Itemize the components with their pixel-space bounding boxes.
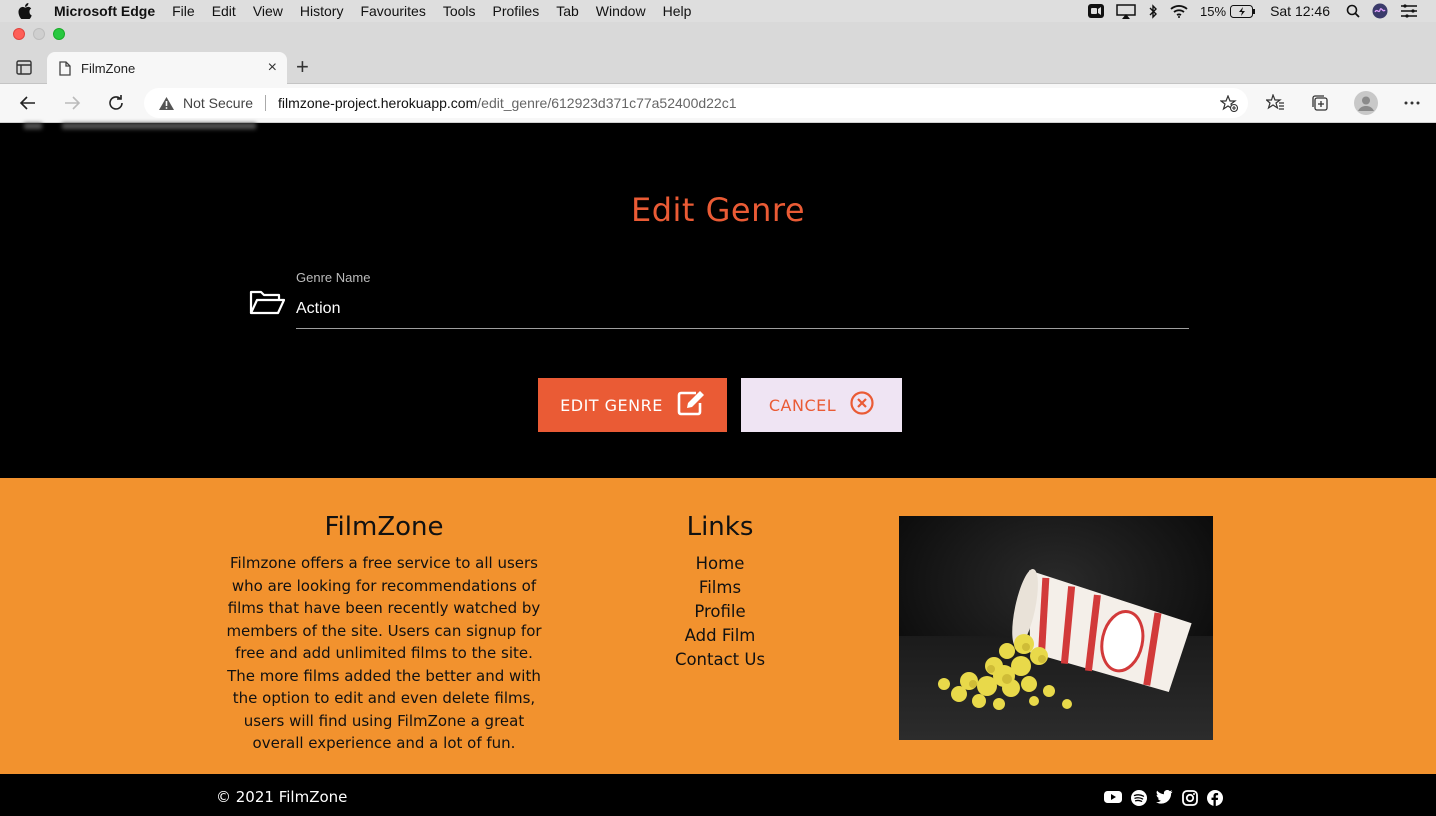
menubar-clock[interactable]: Sat 12:46 xyxy=(1270,3,1330,19)
menu-profiles[interactable]: Profiles xyxy=(493,3,540,19)
tab-strip: FilmZone × + xyxy=(0,44,1436,84)
tab-actions-icon[interactable] xyxy=(16,60,32,80)
edit-pencil-icon xyxy=(677,390,705,420)
twitter-icon[interactable] xyxy=(1156,790,1173,806)
footer-link-films[interactable]: Films xyxy=(620,576,820,600)
menu-favourites[interactable]: Favourites xyxy=(360,3,425,19)
footer-link-add-film[interactable]: Add Film xyxy=(620,624,820,648)
spotlight-icon[interactable] xyxy=(1346,4,1360,18)
battery-icon[interactable] xyxy=(1230,4,1256,18)
footer-link-home[interactable]: Home xyxy=(620,552,820,576)
spotify-icon[interactable] xyxy=(1131,790,1147,806)
airplay-icon[interactable] xyxy=(1116,3,1136,19)
footer-links-title: Links xyxy=(686,512,754,542)
bluetooth-icon[interactable] xyxy=(1148,3,1158,19)
cancel-button[interactable]: CANCEL xyxy=(741,378,902,432)
folder-open-icon xyxy=(249,289,286,320)
menu-edit[interactable]: Edit xyxy=(212,3,236,19)
window-minimize-button[interactable] xyxy=(33,28,45,40)
refresh-icon[interactable] xyxy=(107,94,125,112)
social-links xyxy=(1104,790,1232,806)
menu-view[interactable]: View xyxy=(253,3,283,19)
address-bar[interactable]: Not Secure filmzone-project.herokuapp.co… xyxy=(144,88,1248,118)
popcorn-image xyxy=(899,516,1213,740)
page-title: Edit Genre xyxy=(630,191,806,229)
control-center-icon[interactable] xyxy=(1400,4,1418,18)
edit-genre-button[interactable]: EDIT GENRE xyxy=(538,378,727,432)
new-tab-button[interactable]: + xyxy=(296,56,309,78)
instagram-icon[interactable] xyxy=(1182,790,1198,806)
site-logo-scrolled xyxy=(24,117,256,129)
menu-tab[interactable]: Tab xyxy=(556,3,579,19)
url-host: filmzone-project.herokuapp.com xyxy=(278,95,478,111)
page-content: Edit Genre Genre Name EDIT GENRE CANCEL … xyxy=(0,123,1436,816)
menu-help[interactable]: Help xyxy=(663,3,692,19)
more-options-icon[interactable] xyxy=(1404,101,1420,105)
cancel-circle-x-icon xyxy=(850,391,874,419)
facebook-icon[interactable] xyxy=(1207,790,1223,806)
menu-tools[interactable]: Tools xyxy=(443,3,476,19)
genre-name-label: Genre Name xyxy=(296,270,371,285)
security-status[interactable]: Not Secure xyxy=(183,95,253,111)
site-footer: FilmZone Filmzone offers a free service … xyxy=(0,478,1436,774)
tab-title: FilmZone xyxy=(81,60,136,76)
url-path: /edit_genre/612923d371c77a52400d22c1 xyxy=(477,95,737,111)
page-icon xyxy=(59,60,71,76)
edit-genre-label: EDIT GENRE xyxy=(560,395,663,415)
youtube-icon[interactable] xyxy=(1104,790,1122,806)
mac-menubar: Microsoft Edge File Edit View History Fa… xyxy=(0,0,1436,22)
wifi-icon[interactable] xyxy=(1170,4,1188,18)
menu-file[interactable]: File xyxy=(172,3,195,19)
menu-history[interactable]: History xyxy=(300,3,344,19)
copyright-text: © 2021 FilmZone xyxy=(216,788,348,806)
forward-arrow-icon[interactable] xyxy=(63,94,81,112)
window-zoom-button[interactable] xyxy=(53,28,65,40)
favourites-icon[interactable] xyxy=(1266,94,1285,112)
warning-icon[interactable] xyxy=(158,96,175,111)
facetime-icon[interactable] xyxy=(1088,4,1105,18)
siri-icon[interactable] xyxy=(1372,3,1388,19)
footer-about-text: Filmzone offers a free service to all us… xyxy=(226,554,542,752)
footer-link-profile[interactable]: Profile xyxy=(620,600,820,624)
tab-close-icon[interactable]: × xyxy=(268,60,277,76)
menu-window[interactable]: Window xyxy=(596,3,646,19)
profile-avatar-icon[interactable] xyxy=(1354,91,1378,115)
tab-filmzone[interactable]: FilmZone × xyxy=(47,52,287,84)
battery-percent: 15% xyxy=(1200,3,1227,19)
add-favourite-icon[interactable] xyxy=(1220,95,1238,112)
cancel-label: CANCEL xyxy=(768,395,837,415)
back-arrow-icon[interactable] xyxy=(19,94,37,112)
address-separator xyxy=(265,95,267,111)
collections-icon[interactable] xyxy=(1311,94,1329,112)
footer-link-contact-us[interactable]: Contact Us xyxy=(620,648,820,672)
copyright-bar: © 2021 FilmZone xyxy=(0,774,1436,816)
window-titlebar xyxy=(0,22,1436,44)
window-close-button[interactable] xyxy=(13,28,25,40)
footer-about-title: FilmZone xyxy=(324,512,444,542)
apple-icon[interactable] xyxy=(18,3,38,19)
genre-name-input[interactable] xyxy=(296,289,1189,329)
menu-app-name[interactable]: Microsoft Edge xyxy=(54,3,155,19)
footer-links-list: Home Films Profile Add Film Contact Us xyxy=(620,552,820,672)
